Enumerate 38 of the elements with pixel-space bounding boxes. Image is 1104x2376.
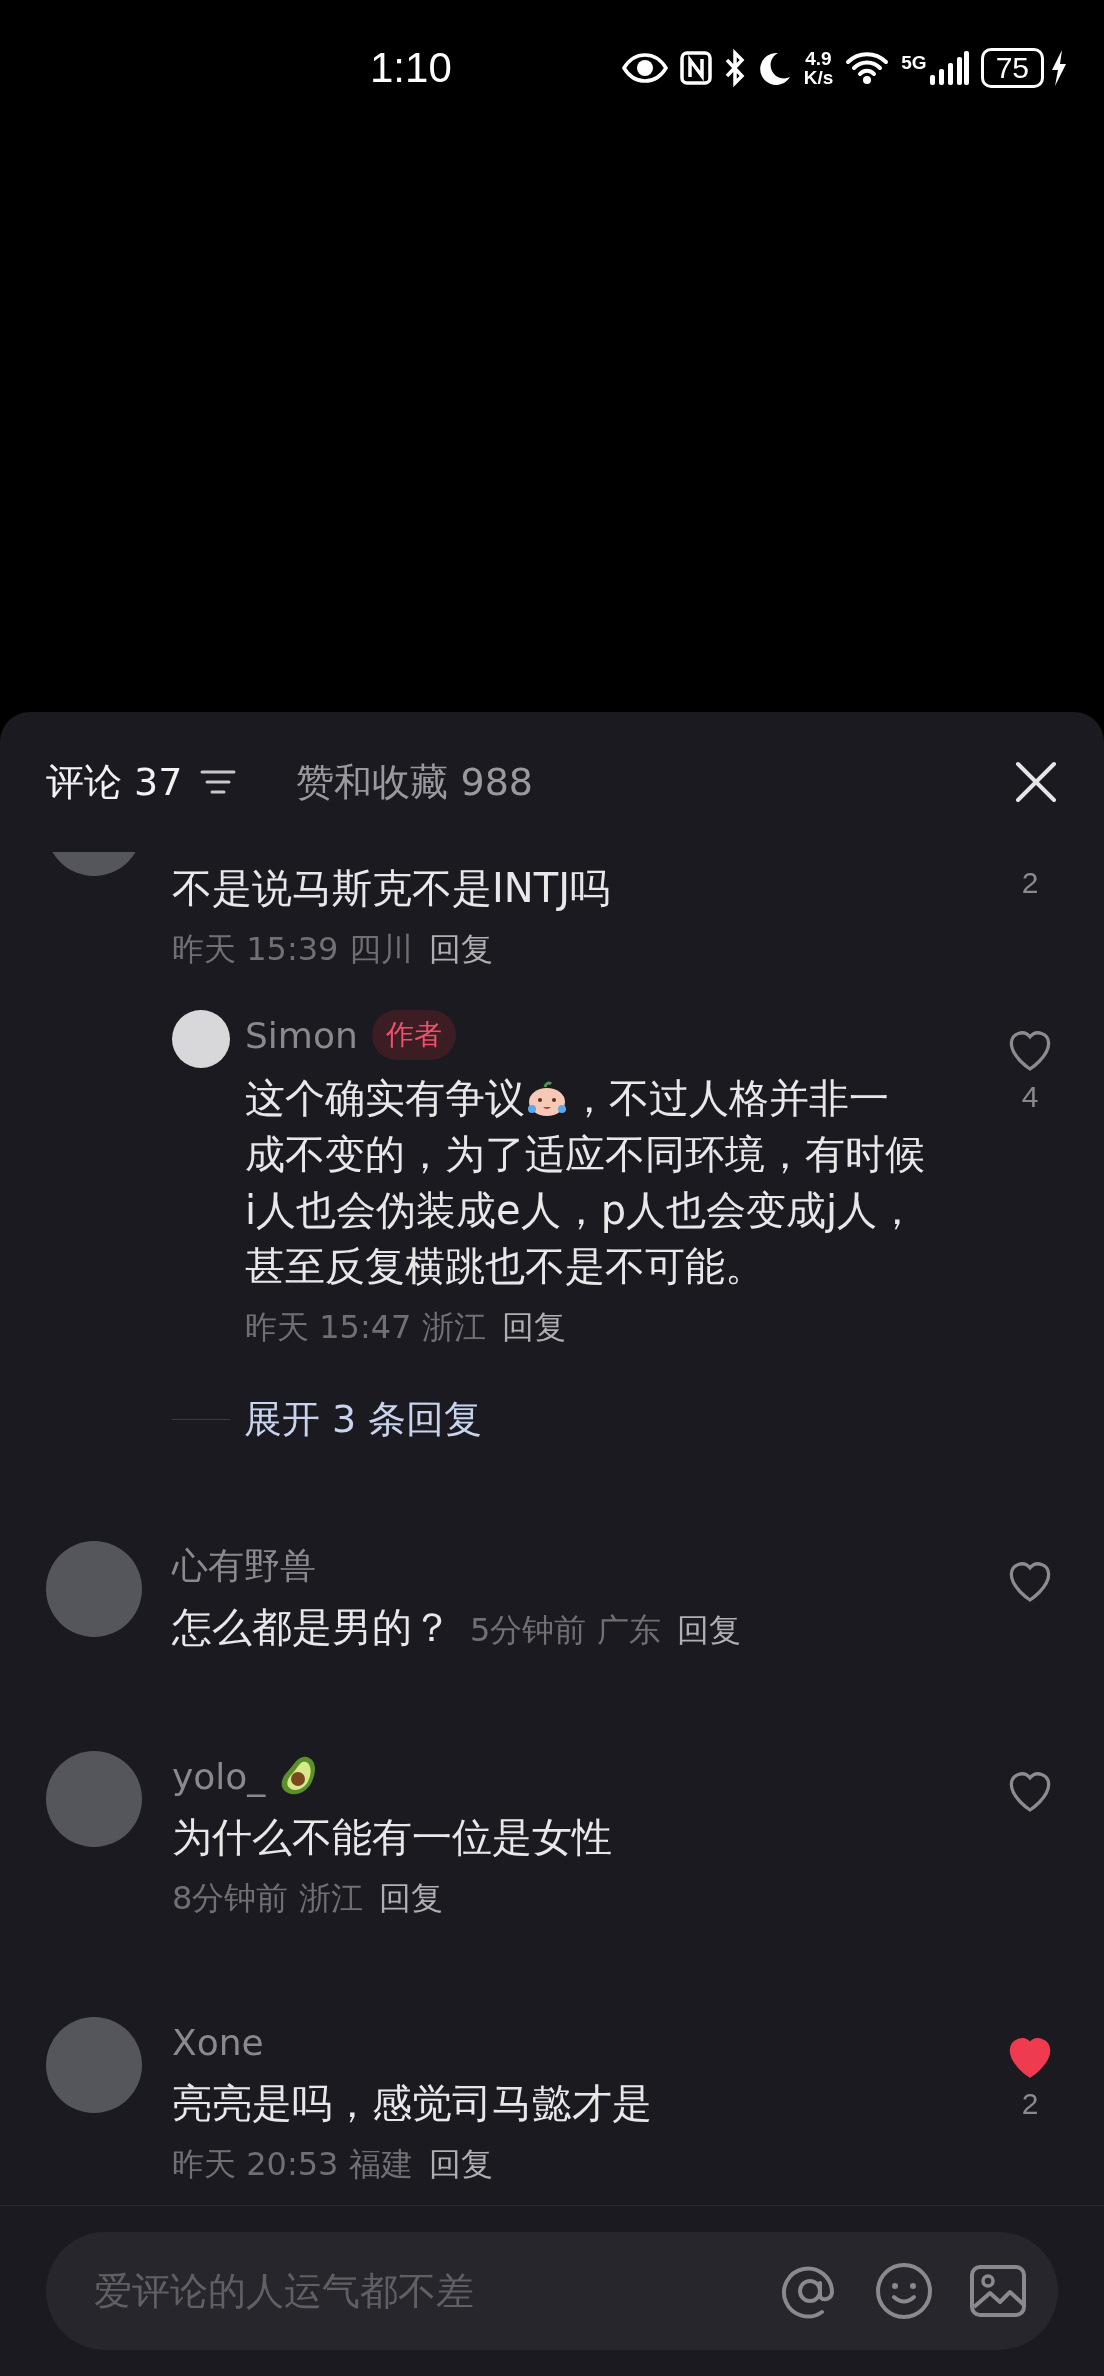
comment-meta: 昨天 15:39 四川	[172, 929, 413, 970]
comment-meta: 昨天 15:47 浙江	[245, 1307, 486, 1348]
reply-link[interactable]: 回复	[428, 2143, 493, 2187]
battery-level: 75	[980, 47, 1044, 88]
tab[interactable]: 赞和收藏 988	[296, 756, 534, 808]
comment-text: 这个确实有争议 ，不过人格并非一成不变的，为了适应不同环境，有时候i人也会伪装成e人，p人也会变成j人，甚至反复横跳也不是不可能。	[245, 1074, 925, 1291]
crying-face-sticker-icon	[525, 1078, 569, 1118]
network-speed: 4.9	[805, 48, 832, 68]
bluetooth-icon	[723, 47, 746, 88]
emoji-icon[interactable]	[874, 2261, 934, 2321]
reply-link[interactable]: 回复	[501, 1306, 566, 1350]
reply-link[interactable]: 回复	[676, 1609, 741, 1653]
close-icon[interactable]	[1014, 760, 1058, 804]
tab[interactable]: 评论 37	[46, 756, 183, 808]
comment-bar[interactable]: 爱评论的人运气都不差	[46, 2232, 1058, 2350]
username[interactable]: Simon	[245, 1014, 358, 1056]
reply-link[interactable]: 回复	[428, 928, 493, 972]
comment-meta: 5分钟前 广东	[470, 1610, 661, 1651]
comment-meta: 昨天 20:53 福建	[172, 2144, 413, 2185]
avatar[interactable]	[172, 1010, 230, 1068]
like-count: 4	[1021, 1080, 1039, 1114]
expand-replies-button[interactable]: 展开 3 条回复	[244, 1394, 483, 1445]
reply-link[interactable]: 回复	[378, 1877, 443, 1921]
comment-text: 亮亮是吗，感觉司马懿才是	[172, 2079, 653, 2128]
comment-text: 怎么都是男的？	[172, 1603, 452, 1652]
network-speed-unit: K/s	[803, 67, 834, 87]
like-count: 2	[1021, 866, 1039, 900]
comment-text: 为什么不能有一位是女性	[172, 1813, 613, 1862]
username[interactable]: yolo_	[172, 1755, 266, 1797]
network-type: 5G	[901, 51, 927, 74]
clock-time: 1:10	[370, 43, 452, 92]
author-badge: 作者	[371, 1010, 456, 1060]
like-count: 2	[1021, 2087, 1039, 2121]
username[interactable]: 心有野兽	[172, 1541, 316, 1591]
username[interactable]: Xone	[172, 2021, 264, 2063]
comment-text: 不是说马斯克不是INTJ吗	[172, 864, 611, 913]
comment-input[interactable]: 爱评论的人运气都不差	[92, 2268, 746, 2314]
comment-meta: 8分钟前 浙江	[172, 1878, 363, 1919]
